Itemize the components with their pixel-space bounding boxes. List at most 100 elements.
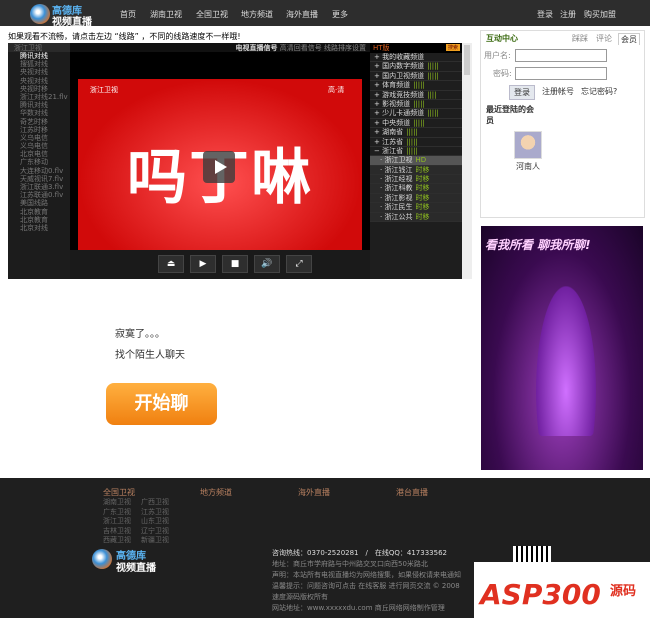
group-name: 游戏竞技频道 [382, 90, 425, 99]
channel-item[interactable]: · 浙江民生 时移 [370, 203, 462, 213]
nav-hunan[interactable]: 湖南卫视 [150, 9, 182, 20]
username-input[interactable] [515, 49, 607, 62]
play-button[interactable]: ▶ [190, 255, 216, 273]
line-item[interactable]: 北京教育 [8, 208, 70, 216]
channel-item[interactable]: · 浙江影视 时移 [370, 193, 462, 204]
address: 地址：商丘市学府路与中州路交叉口向西50米路北 [272, 560, 428, 568]
channel-item[interactable]: · 浙江科教 时移 [370, 184, 462, 194]
footer-col-local[interactable]: 地方频道 [200, 487, 232, 498]
line-item[interactable]: 腾讯对线 [8, 101, 70, 109]
line-item[interactable]: 北京对线 [8, 224, 70, 232]
stop-button[interactable]: ■ [222, 255, 248, 273]
nav-more[interactable]: 更多 [332, 9, 348, 20]
channel-group[interactable]: + 国内卫视频道 ||||| [370, 72, 462, 82]
channel-tag: 时移 [415, 203, 430, 212]
channel-group[interactable]: + 体育频道 ||||| [370, 81, 462, 91]
signal-bars: ||||| [413, 99, 425, 108]
signal-bars: |||| [427, 90, 437, 99]
channel-item[interactable]: · 浙江卫视 HD [370, 156, 462, 166]
forgot-password-link[interactable]: 忘记密码? [581, 86, 617, 97]
channel-item[interactable]: · 浙江钱江 时移 [370, 165, 462, 176]
channel-group[interactable]: + 我的收藏频道 [370, 53, 462, 63]
play-icon[interactable] [203, 151, 235, 183]
line-item[interactable]: 央视时移 [8, 85, 70, 93]
logo-icon [30, 4, 50, 24]
signal-bars: ||||| [413, 81, 425, 90]
video-area[interactable]: 浙江卫视 高·清 吗丁啉 [70, 52, 370, 251]
line-item[interactable]: 义乌电信 [8, 134, 70, 142]
ad-banner[interactable]: 看我所看 聊我所聊! [481, 226, 643, 470]
channel-group[interactable]: + 中央频道 ||||| [370, 118, 462, 129]
line-item[interactable]: 江苏联通0.flv [8, 191, 70, 199]
logo[interactable]: 高德库 视频直播 [30, 2, 100, 28]
line-item[interactable]: 华数对线 [8, 109, 70, 117]
line-item[interactable]: 北京教育 [8, 216, 70, 224]
line-item[interactable]: 搜狐对线 [8, 60, 70, 68]
fullscreen-button[interactable]: ⤢ [286, 255, 312, 273]
nav-overseas[interactable]: 海外直播 [286, 9, 318, 20]
line-item[interactable]: 北京电信 [8, 150, 70, 158]
footer-link[interactable]: 山东卫视 [141, 516, 169, 526]
channel-name: 浙江钱江 [384, 165, 413, 174]
channel-group[interactable]: + 湖南省 ||||| [370, 128, 462, 138]
signal-links[interactable]: 高清回看信号 线路排序设置 [280, 44, 366, 52]
line-item[interactable]: 浙江对线21.flv [8, 93, 70, 101]
line-item[interactable]: 美国线路 [8, 199, 70, 207]
line-item[interactable]: 江苏时移 [8, 126, 70, 134]
channel-list: HT版 搜索 + 我的收藏频道 + 国内数字频道 ||||| + 国内卫视频道 |||||… [370, 43, 462, 279]
register-account-link[interactable]: 注册帐号 [542, 86, 574, 97]
chat-panel: 寂寞了。。。 找个陌生人聊天 开始聊 [8, 279, 472, 478]
footer-link[interactable]: 吉林卫视 [103, 526, 131, 536]
line-item[interactable]: 义乌电信 [8, 142, 70, 150]
channel-group[interactable]: + 影视频道 ||||| [370, 99, 462, 110]
tab-cai[interactable]: 踩踩 [570, 33, 590, 44]
volume-button[interactable]: 🔊 [254, 255, 280, 273]
footer-link[interactable]: 西藏卫视 [103, 535, 131, 545]
line-item[interactable]: 天威视讯7.flv [8, 175, 70, 183]
tab-members[interactable]: 会员 [618, 33, 640, 45]
register-link[interactable]: 注册 [560, 9, 576, 20]
footer-link[interactable]: 湖南卫视 [103, 497, 131, 507]
signal-bars: ||||| [413, 118, 425, 127]
line-item[interactable]: 奇艺时移 [8, 118, 70, 126]
nav-home[interactable]: 首页 [120, 9, 136, 20]
search-button[interactable]: 搜索 [445, 44, 460, 51]
password-input[interactable] [515, 67, 607, 80]
channel-name: 浙江影视 [384, 193, 413, 202]
footer-link[interactable]: 广东卫视 [103, 507, 131, 517]
footer-col-overseas[interactable]: 海外直播 [298, 487, 330, 498]
scrollbar[interactable] [462, 43, 472, 279]
chat-line1: 寂寞了。。。 [115, 329, 165, 340]
member-avatar[interactable] [514, 131, 542, 159]
tip[interactable]: 温馨提示：问题咨询可点击 在线客服 进行网页交流 © 2008 [272, 581, 460, 591]
line-item[interactable]: 浙江联通3.flv [8, 183, 70, 191]
start-chat-button[interactable]: 开始聊 [106, 383, 217, 425]
channel-item[interactable]: · 浙江公共 时移 [370, 212, 462, 223]
nav-local[interactable]: 地方频道 [241, 9, 273, 20]
line-item[interactable]: 腾讯对线 [8, 52, 70, 60]
tab-comments[interactable]: 评论 [594, 33, 614, 44]
footer-link[interactable]: 新疆卫视 [141, 535, 169, 545]
line-item[interactable]: 大连移动0.flv [8, 167, 70, 175]
line-item[interactable]: 央视对线 [8, 68, 70, 76]
channel-group[interactable]: + 少儿卡通频道 ||||| [370, 109, 462, 119]
channel-group[interactable]: + 国内数字频道 ||||| [370, 62, 462, 72]
channel-group[interactable]: − 浙江省 ||||| [370, 147, 462, 157]
signal-label[interactable]: 电视直播信号 [236, 44, 278, 52]
footer-col-hktw[interactable]: 港台直播 [396, 487, 428, 498]
line-item[interactable]: 央视对线 [8, 77, 70, 85]
footer-link[interactable]: 广西卫视 [141, 497, 169, 507]
channel-group[interactable]: + 江苏省 ||||| [370, 138, 462, 147]
footer-link[interactable]: 浙江卫视 [103, 516, 131, 526]
line-item[interactable]: 广东移动 [8, 158, 70, 166]
login-link[interactable]: 登录 [537, 9, 553, 20]
tv-player: 浙江卫视 腾讯对线 搜狐对线 央视对线 央视对线 央视时移 浙江对线21.flv 腾讯对线华… [8, 43, 472, 279]
footer-link[interactable]: 辽宁卫视 [141, 526, 169, 536]
footer-link[interactable]: 江苏卫视 [141, 507, 169, 517]
join-link[interactable]: 购买加盟 [584, 9, 616, 20]
eject-button[interactable]: ⏏ [158, 255, 184, 273]
nav-national[interactable]: 全国卫视 [196, 9, 228, 20]
channel-group[interactable]: + 游戏竞技频道 |||| [370, 91, 462, 100]
login-button[interactable]: 登录 [509, 85, 535, 100]
member-name[interactable]: 河南人 [516, 161, 540, 172]
